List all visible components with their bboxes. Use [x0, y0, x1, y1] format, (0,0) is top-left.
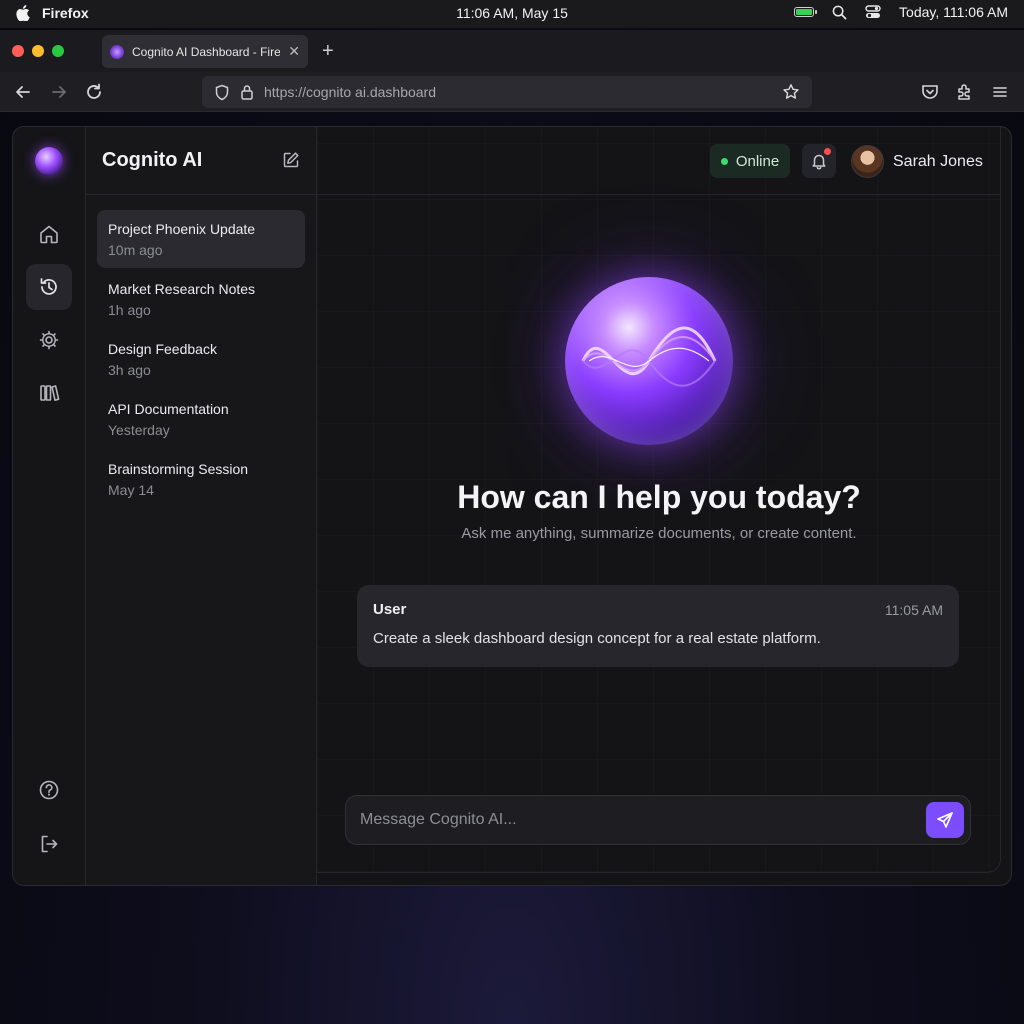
- menu-icon[interactable]: [990, 82, 1010, 102]
- library-button[interactable]: [26, 370, 72, 416]
- message-time: 11:05 AM: [884, 602, 943, 618]
- minimize-window-button[interactable]: [32, 45, 44, 57]
- menu-date-time[interactable]: Today, 111:06 AM: [899, 4, 1008, 20]
- notifications-button[interactable]: [802, 144, 836, 178]
- status-badge: Online: [710, 144, 790, 178]
- message-composer: [345, 795, 971, 845]
- conversation-title: API Documentation: [108, 401, 229, 417]
- menu-bar: Firefox 11:06 AM, May 15 Today, 111:06 A…: [0, 0, 1024, 28]
- window-controls: [12, 45, 64, 57]
- logout-icon: [41, 835, 58, 853]
- reload-icon[interactable]: [84, 82, 104, 102]
- control-center-icon[interactable]: [865, 5, 881, 19]
- history-button[interactable]: [26, 264, 72, 310]
- battery-icon[interactable]: [794, 7, 818, 17]
- app-window: Cognito AI Project Phoenix Update 10m ag…: [12, 126, 1012, 886]
- user-message: User 11:05 AM Create a sleek dashboard d…: [357, 585, 959, 667]
- conversation-title: Market Research Notes: [108, 281, 256, 297]
- history-icon: [40, 278, 57, 295]
- send-icon: [937, 812, 953, 828]
- search-icon[interactable]: [832, 5, 847, 20]
- conversation-time: 1h ago: [108, 302, 151, 318]
- tab-strip: Cognito AI Dashboard - Firefox ✕ +: [0, 30, 1024, 72]
- conversation-title: Design Feedback: [108, 341, 217, 357]
- help-button[interactable]: [26, 767, 72, 813]
- conversation-time: 10m ago: [108, 242, 163, 258]
- home-icon: [40, 225, 58, 244]
- chat-main: Online Sarah Jones How can I help you to…: [317, 127, 1011, 885]
- send-button[interactable]: [926, 802, 964, 838]
- icon-rail: [13, 127, 86, 885]
- conversation-title: Brainstorming Session: [108, 461, 249, 477]
- conversation-item[interactable]: Brainstorming Session May 14: [97, 450, 305, 508]
- online-dot-icon: [720, 157, 728, 165]
- tab-title: Cognito AI Dashboard - Firefox: [132, 44, 281, 59]
- message-text: Create a sleek dashboard design concept …: [373, 630, 821, 647]
- home-button[interactable]: [26, 211, 72, 257]
- hero-heading: How can I help you today?: [457, 479, 861, 515]
- close-window-button[interactable]: [12, 45, 24, 57]
- conversation-sidebar: Cognito AI Project Phoenix Update 10m ag…: [86, 127, 317, 885]
- bookmark-star-icon[interactable]: [782, 83, 800, 101]
- user-name[interactable]: Sarah Jones: [893, 153, 983, 171]
- message-author: User: [373, 601, 407, 618]
- cognito-favicon-icon: [110, 44, 124, 59]
- sidebar-header: Cognito AI: [86, 127, 316, 195]
- address-bar[interactable]: https://cognito ai.dashboard: [202, 76, 812, 108]
- ai-orb-icon: [565, 277, 733, 445]
- orb-wave-graphic: [581, 326, 717, 387]
- status-text: Online: [735, 152, 780, 170]
- shield-icon[interactable]: [214, 84, 230, 101]
- settings-button[interactable]: [26, 317, 72, 363]
- browser-chrome: Cognito AI Dashboard - Firefox ✕ + https…: [0, 30, 1024, 112]
- extensions-icon[interactable]: [955, 82, 975, 102]
- conversation-title: Project Phoenix Update: [108, 221, 256, 237]
- hero-subheading: Ask me anything, summarize documents, or…: [461, 525, 857, 542]
- url-text[interactable]: https://cognito ai.dashboard: [264, 84, 772, 100]
- new-chat-edit-icon[interactable]: [282, 151, 300, 169]
- forward-arrow-icon[interactable]: [49, 82, 69, 102]
- conversation-time: Yesterday: [108, 422, 170, 438]
- message-input[interactable]: [360, 811, 926, 829]
- notification-badge: [824, 148, 831, 155]
- settings-icon: [39, 330, 59, 350]
- close-tab-icon[interactable]: ✕: [288, 43, 300, 60]
- browser-tab[interactable]: Cognito AI Dashboard - Firefox ✕: [102, 35, 308, 68]
- chat-topbar: Online Sarah Jones: [317, 127, 1001, 195]
- new-tab-button[interactable]: +: [322, 40, 334, 63]
- conversation-item[interactable]: API Documentation Yesterday: [97, 390, 305, 448]
- pocket-icon[interactable]: [920, 82, 940, 102]
- zoom-window-button[interactable]: [52, 45, 64, 57]
- conversation-item[interactable]: Design Feedback 3h ago: [97, 330, 305, 388]
- conversation-time: 3h ago: [108, 362, 151, 378]
- conversation-item[interactable]: Market Research Notes 1h ago: [97, 270, 305, 328]
- logout-button[interactable]: [26, 821, 72, 867]
- library-icon: [40, 385, 60, 401]
- back-arrow-icon[interactable]: [13, 82, 33, 102]
- lock-icon[interactable]: [240, 84, 254, 100]
- chat-panel: Online Sarah Jones How can I help you to…: [317, 127, 1001, 873]
- conversation-item[interactable]: Project Phoenix Update 10m ago: [97, 210, 305, 268]
- nav-bar: https://cognito ai.dashboard: [0, 72, 1024, 112]
- brand-title: Cognito AI: [102, 149, 203, 171]
- cognito-logo-icon[interactable]: [35, 147, 63, 175]
- user-avatar[interactable]: [851, 145, 884, 178]
- help-icon: [39, 780, 59, 800]
- conversation-time: May 14: [108, 482, 154, 498]
- menu-status-area: Today, 111:06 AM: [794, 4, 1008, 20]
